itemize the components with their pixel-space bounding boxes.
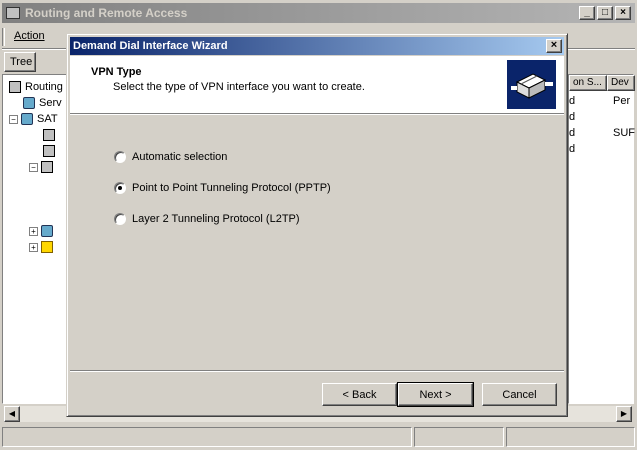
list-cell-status: d	[569, 95, 576, 107]
tree-item-routing[interactable]: Routing	[9, 79, 63, 95]
status-panel	[506, 427, 635, 447]
scroll-left-icon[interactable]: ◀	[4, 406, 20, 422]
policy-icon	[41, 225, 53, 237]
back-button[interactable]: < Back	[322, 383, 397, 406]
list-cell-status: d	[569, 127, 576, 139]
column-header-device[interactable]: Dev	[607, 75, 635, 91]
close-button[interactable]: ×	[615, 6, 631, 20]
folder-icon	[41, 241, 53, 253]
option-label: Point to Point Tunneling Protocol (PPTP)	[132, 182, 331, 194]
page-subtitle: Select the type of VPN interface you wan…	[113, 81, 365, 93]
option-label: Automatic selection	[132, 151, 228, 163]
radio-l2tp[interactable]	[114, 213, 126, 225]
list-cell-status: d	[569, 111, 576, 123]
tree-item[interactable]: +	[29, 239, 57, 255]
column-header-status[interactable]: on S...	[569, 75, 607, 91]
option-l2tp[interactable]: Layer 2 Tunneling Protocol (L2TP)	[114, 213, 300, 225]
option-pptp[interactable]: Point to Point Tunneling Protocol (PPTP)	[114, 182, 331, 194]
tree-item-server[interactable]: − SAT	[9, 111, 58, 127]
status-panel	[414, 427, 504, 447]
close-icon[interactable]: ×	[546, 39, 562, 53]
tree-item[interactable]: +	[29, 223, 57, 239]
tree-item[interactable]	[43, 143, 59, 159]
main-window-title: Routing and Remote Access	[25, 6, 188, 20]
demand-dial-wizard-dialog: Demand Dial Interface Wizard × VPN Type …	[66, 33, 568, 417]
tree-item[interactable]	[43, 127, 59, 143]
ip-routing-icon	[41, 161, 53, 173]
tab-tree[interactable]: Tree	[4, 52, 36, 72]
routing-app-icon	[6, 7, 20, 19]
network-connection-icon	[507, 60, 556, 109]
minimize-button[interactable]: _	[579, 6, 595, 20]
list-cell-status: d	[569, 143, 576, 155]
page-title: VPN Type	[91, 66, 142, 78]
collapse-icon[interactable]: −	[9, 114, 18, 124]
network-interfaces-icon	[43, 129, 55, 141]
collapse-icon[interactable]: −	[29, 162, 38, 172]
maximize-button[interactable]: □	[597, 6, 613, 20]
list-cell-device: SUF	[613, 127, 635, 139]
main-titlebar: Routing and Remote Access _ □ ×	[2, 3, 635, 23]
option-automatic-selection[interactable]: Automatic selection	[114, 151, 227, 163]
tree-item[interactable]: −	[29, 159, 57, 175]
next-button[interactable]: Next >	[397, 382, 474, 407]
list-pane[interactable]: on S... Dev d Per d d SUF d	[568, 74, 635, 404]
tree-item-label: SAT	[37, 113, 58, 125]
header-divider	[70, 113, 564, 115]
network-icon	[43, 145, 55, 157]
scroll-right-icon[interactable]: ▶	[616, 406, 632, 422]
server-status-icon	[23, 97, 35, 109]
server-icon	[21, 113, 33, 125]
tree-item-label: Serv	[39, 97, 62, 109]
list-cell-device: Per	[613, 95, 631, 107]
action-menu[interactable]: Action	[2, 28, 51, 46]
status-bar	[2, 427, 635, 447]
wizard-titlebar: Demand Dial Interface Wizard ×	[70, 37, 564, 55]
radio-pptp[interactable]	[114, 182, 126, 194]
footer-divider	[70, 370, 564, 372]
option-label: Layer 2 Tunneling Protocol (L2TP)	[132, 213, 300, 225]
wizard-header: VPN Type Select the type of VPN interfac…	[70, 56, 564, 113]
action-menu-label: Action	[14, 30, 45, 42]
tree-pane[interactable]: Routing Serv − SAT − + +	[2, 74, 68, 404]
expand-icon[interactable]: +	[29, 242, 38, 252]
tree-item-label: Routing	[25, 81, 63, 93]
cancel-button[interactable]: Cancel	[482, 383, 557, 406]
wizard-title: Demand Dial Interface Wizard	[73, 40, 228, 52]
tree-item-server-status[interactable]: Serv	[23, 95, 62, 111]
radio-automatic[interactable]	[114, 151, 126, 163]
computer-icon	[9, 81, 21, 93]
menu-grip	[2, 28, 5, 46]
expand-icon[interactable]: +	[29, 226, 38, 236]
status-panel	[2, 427, 412, 447]
tab-tree-label: Tree	[10, 56, 33, 68]
